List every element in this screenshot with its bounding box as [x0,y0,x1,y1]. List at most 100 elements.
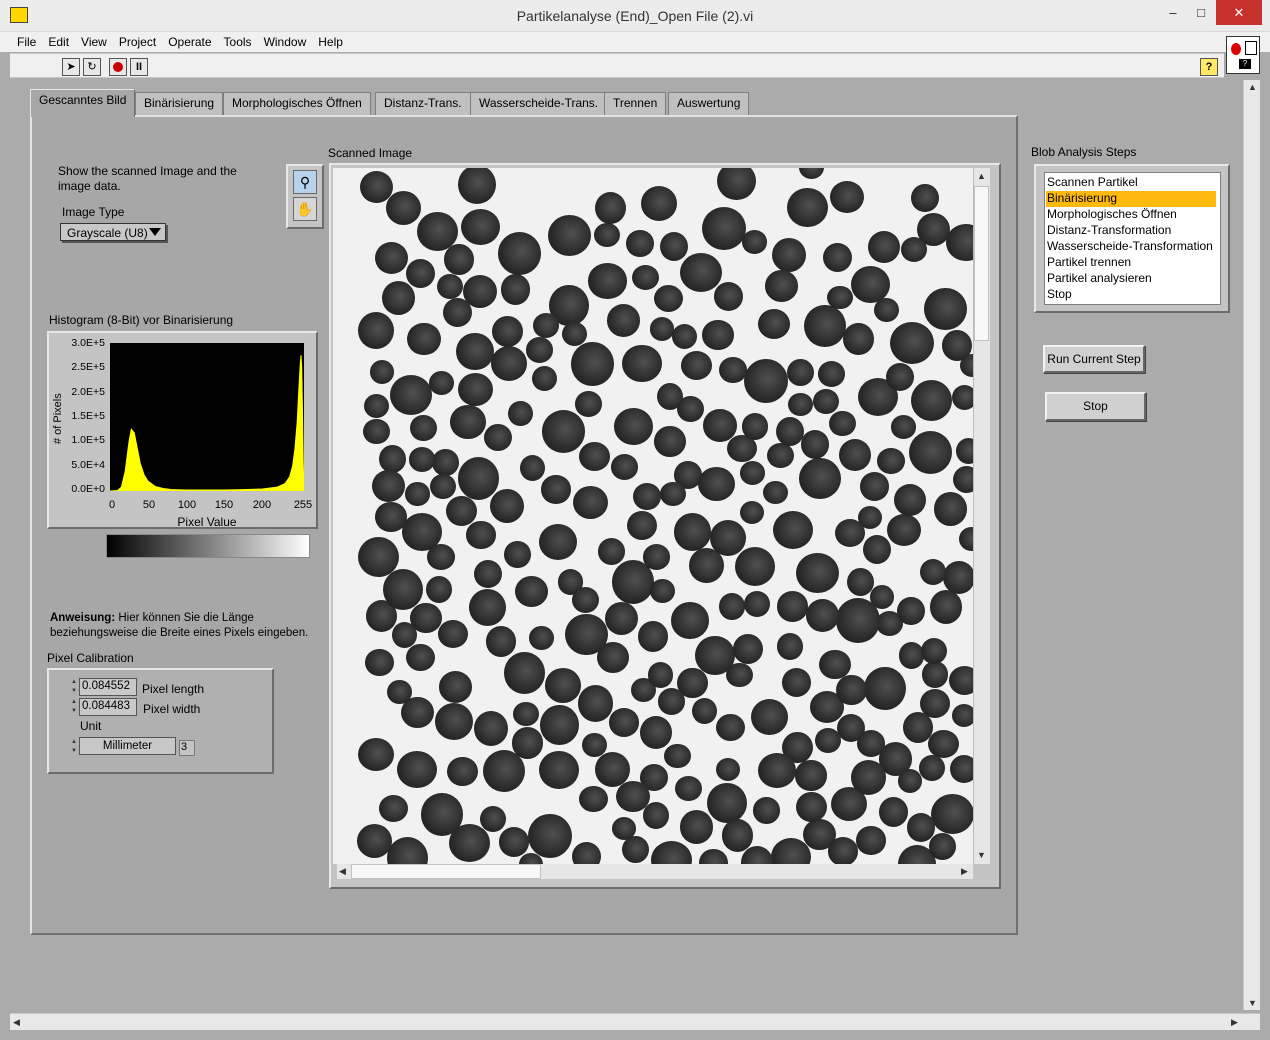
particle [642,544,670,570]
list-item-partikel-trennen[interactable]: Partikel trennen [1046,255,1216,271]
particle [527,814,572,859]
instruction-rest: Hier können Sie die Länge [115,612,254,624]
particle [363,418,390,444]
particle [460,208,500,245]
run-current-step-button[interactable]: Run Current Step [1043,345,1145,373]
menu-project[interactable]: Project [113,32,162,49]
close-button[interactable]: ✕ [1216,0,1262,25]
title-bar: Partikelanalyse (End)_Open File (2).vi –… [0,0,1270,32]
menu-view[interactable]: View [75,32,113,49]
unit-ring-selector[interactable]: Millimeter [79,737,176,755]
menu-edit[interactable]: Edit [42,32,75,49]
scanned-image-display[interactable] [333,168,973,864]
particle [830,180,865,214]
tab-auswertung[interactable]: Auswertung [668,92,750,115]
particle [391,622,417,649]
particle [691,698,717,725]
list-item-wasserscheide-transformation[interactable]: Wasserscheide-Transformation [1046,239,1216,255]
window-horizontal-scrollbar[interactable]: ◀ ▶ [10,1013,1260,1030]
menu-window[interactable]: Window [258,32,313,49]
pixel-width-input[interactable]: 0.084483 [79,698,137,716]
particle [764,270,798,302]
help-icon[interactable]: ? [1200,58,1218,76]
particle [357,311,394,349]
particle [511,727,544,759]
particle [593,222,621,248]
menu-file[interactable]: File [11,32,42,49]
pixel-length-spinner[interactable]: ▲ ▼ [70,678,78,696]
particle [627,510,658,540]
histogram-title: Histogram (8-Bit) vor Binarisierung [49,313,234,327]
particle [490,488,525,523]
list-item-morphologisches-offnen[interactable]: Morphologisches Öffnen [1046,207,1216,223]
pan-hand-icon[interactable]: ✋ [293,197,317,221]
particle [956,437,973,464]
pause-icon[interactable]: II [130,58,148,76]
particle [827,286,853,310]
x-tick-label: 100 [177,499,197,511]
pixel-width-spinner[interactable]: ▲ ▼ [70,698,78,716]
particle [744,359,789,404]
particle [781,668,812,698]
particle [907,813,935,842]
menu-tools[interactable]: Tools [218,32,258,49]
particle [787,359,814,387]
y-tick-label: 3.0E+5 [71,337,105,349]
instruction-text-line1: Anweisung: Hier können Sie die Länge [50,612,254,624]
list-item-binarisierung[interactable]: Binärisierung [1046,191,1216,207]
run-arrow-icon[interactable]: ➤ [62,58,80,76]
image-vertical-scroll-thumb[interactable] [974,186,989,341]
particle [920,637,948,664]
particle [474,710,509,747]
minimize-button[interactable]: – [1160,0,1186,25]
maximize-button[interactable]: □ [1188,0,1214,25]
particle [868,230,900,263]
particle [710,520,747,556]
tab-gescanntes-bild[interactable]: Gescanntes Bild [30,89,136,117]
particle [886,513,922,547]
unit-spinner[interactable]: ▲ ▼ [70,738,78,756]
run-continuously-icon[interactable]: ↻ [83,58,101,76]
menu-operate[interactable]: Operate [162,32,217,49]
image-horizontal-scroll-thumb[interactable] [351,864,541,879]
abort-icon[interactable] [109,58,127,76]
particle [776,633,804,661]
list-item-distanz-transformation[interactable]: Distanz-Transformation [1046,223,1216,239]
particle [406,643,435,671]
particle [718,356,747,383]
window-vertical-scrollbar[interactable]: ▲ ▼ [1243,80,1260,1010]
particle [450,405,486,439]
list-item-scannen-partikel[interactable]: Scannen Partikel [1046,175,1216,191]
tab-trennen[interactable]: Trennen [604,92,667,115]
particle [650,578,676,604]
particle [697,466,735,501]
image-type-dropdown[interactable]: Grayscale (U8) [60,223,166,241]
particle [948,666,973,696]
list-item-partikel-analysieren[interactable]: Partikel analysieren [1046,271,1216,287]
stop-button[interactable]: Stop [1045,392,1146,421]
particle [753,797,780,824]
particle [959,526,973,551]
particle [437,273,464,300]
x-tick-label: 200 [252,499,272,511]
particle [381,280,415,315]
menu-help[interactable]: Help [312,32,349,49]
particle [927,729,959,759]
particle [951,703,973,727]
histogram-series [110,355,304,491]
tab-wasserscheide-trans[interactable]: Wasserscheide-Trans. [470,92,608,115]
tab-morphologisches-offnen[interactable]: Morphologisches Öffnen [223,92,371,115]
particle [425,575,452,603]
instruction-bold: Anweisung: [50,612,116,624]
tab-binarisierung[interactable]: Binärisierung [135,92,224,115]
tab-distanz-trans[interactable]: Distanz-Trans. [375,92,471,115]
zoom-tool-icon[interactable]: ⚲ [293,170,317,194]
particle [374,242,408,275]
particle [571,587,599,614]
particle [405,258,435,288]
pixel-length-input[interactable]: 0.084552 [79,678,137,696]
particle [836,674,867,706]
list-item-stop[interactable]: Stop [1046,287,1216,303]
window-title: Partikelanalyse (End)_Open File (2).vi [516,8,754,24]
unit-label: Unit [80,719,102,733]
